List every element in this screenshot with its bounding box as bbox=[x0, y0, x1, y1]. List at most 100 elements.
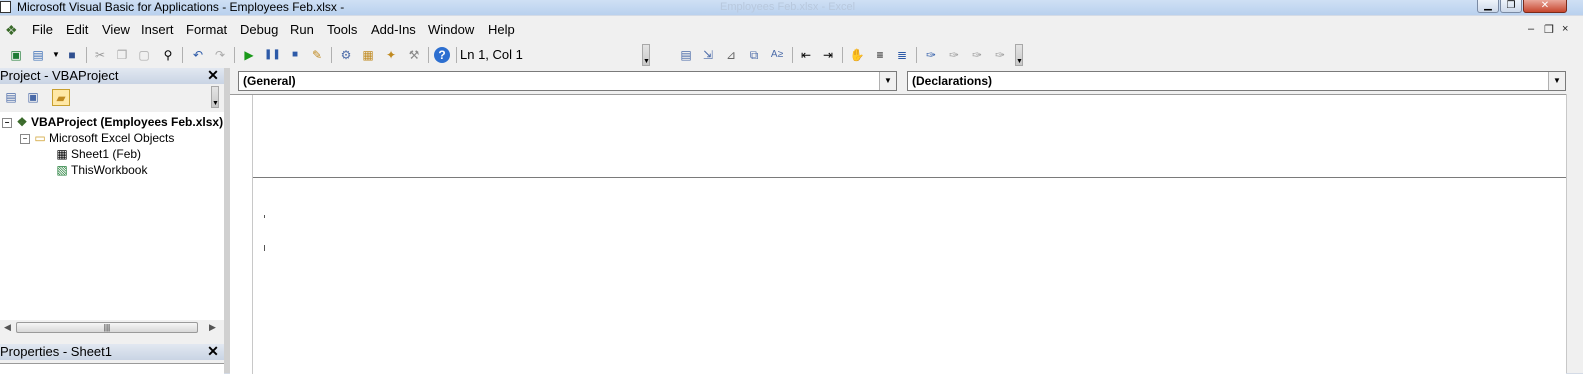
help-icon[interactable]: ? bbox=[434, 47, 450, 63]
menu-help[interactable]: Help bbox=[488, 22, 515, 37]
close-icon[interactable]: ✕ bbox=[206, 68, 220, 82]
mdi-minimize-button[interactable]: – bbox=[1528, 23, 1534, 35]
tree-node-vbaproject[interactable]: − ❖ VBAProject (Employees Feb.xlsx) bbox=[2, 115, 223, 129]
break-icon[interactable]: ❚❚ bbox=[264, 47, 281, 63]
run-icon[interactable]: ▶ bbox=[241, 47, 257, 63]
project-tree: − ❖ VBAProject (Employees Feb.xlsx) − ▭ Micr… bbox=[0, 112, 224, 322]
paste-icon[interactable]: ▢ bbox=[136, 47, 152, 63]
toolbar-separator bbox=[234, 47, 235, 63]
scroll-left-icon[interactable]: ◀ bbox=[4, 322, 11, 333]
project-panel-title-text: Project - VBAProject bbox=[0, 68, 119, 83]
collapse-icon[interactable]: − bbox=[20, 133, 30, 144]
comment-block-icon[interactable]: ≡ bbox=[872, 47, 888, 63]
list-constants-icon[interactable]: ⇲ bbox=[700, 47, 716, 63]
background-window-title: Employees Feb.xlsx - Excel bbox=[720, 1, 856, 13]
redo-icon[interactable]: ↷ bbox=[212, 47, 228, 63]
toolbar-separator bbox=[182, 47, 183, 63]
outdent-icon[interactable]: ⇥ bbox=[820, 47, 836, 63]
indent-icon[interactable]: ⇤ bbox=[798, 47, 814, 63]
toggle-breakpoint-icon[interactable]: ✋ bbox=[849, 47, 865, 63]
object-combo[interactable]: (General) ▼ bbox=[238, 71, 897, 91]
procedure-combo[interactable]: (Declarations) ▼ bbox=[907, 71, 1566, 91]
cursor-position: Ln 1, Col 1 bbox=[460, 47, 523, 62]
toolbar-separator bbox=[331, 47, 332, 63]
complete-word-icon[interactable]: A≥ bbox=[769, 47, 785, 63]
undo-icon[interactable]: ↶ bbox=[190, 47, 206, 63]
title-bar: Microsoft Visual Basic for Applications … bbox=[0, 0, 1583, 15]
mdi-restore-button[interactable]: ❐ bbox=[1544, 23, 1554, 36]
collapse-icon[interactable]: − bbox=[2, 117, 12, 128]
code-editor[interactable] bbox=[230, 94, 1566, 374]
menu-run[interactable]: Run bbox=[290, 22, 314, 37]
standard-toolbar: ▣ ▤ ▼ ■ ✂ ❐ ▢ ⚲ ↶ ↷ ▶ ❚❚ ■ ✎ ⚙ ▦ ✦ ⚒ ? L… bbox=[0, 43, 1583, 69]
editor-vertical-scrollbar[interactable] bbox=[1566, 94, 1583, 373]
code-window: (General) ▼ (Declarations) ▼ bbox=[230, 68, 1583, 374]
save-icon[interactable]: ■ bbox=[64, 47, 80, 63]
minimize-button[interactable]: ▁ bbox=[1477, 0, 1499, 13]
toggle-folders-icon[interactable]: ▰ bbox=[52, 89, 70, 106]
chevron-down-icon[interactable]: ▼ bbox=[879, 72, 896, 90]
menu-bar: ❖ File Edit View Insert Format Debug Run… bbox=[0, 16, 1583, 43]
properties-panel-title: Properties - Sheet1 ✕ bbox=[0, 344, 224, 360]
properties-icon[interactable]: ▦ bbox=[360, 47, 376, 63]
reset-icon[interactable]: ■ bbox=[287, 47, 303, 63]
menu-debug[interactable]: Debug bbox=[240, 22, 278, 37]
menu-insert[interactable]: Insert bbox=[141, 22, 174, 37]
text-caret bbox=[264, 215, 265, 218]
menu-window[interactable]: Window bbox=[428, 22, 474, 37]
next-bookmark-icon[interactable]: ✑ bbox=[946, 47, 962, 63]
previous-bookmark-icon[interactable]: ✑ bbox=[969, 47, 985, 63]
toolbar-separator bbox=[86, 47, 87, 63]
procedure-separator bbox=[253, 177, 1566, 178]
excel-icon[interactable]: ▣ bbox=[8, 47, 24, 63]
properties-panel-title-text: Properties - Sheet1 bbox=[0, 344, 113, 359]
tree-node-sheet1[interactable]: ▦ Sheet1 (Feb) bbox=[55, 147, 141, 161]
object-browser-icon[interactable]: ✦ bbox=[383, 47, 399, 63]
procedure-combo-value: (Declarations) bbox=[912, 74, 993, 88]
project-panel-title: Project - VBAProject ✕ bbox=[0, 68, 224, 84]
text-caret bbox=[264, 245, 265, 251]
insert-userform-icon[interactable]: ▤ bbox=[30, 47, 46, 63]
menu-edit[interactable]: Edit bbox=[66, 22, 88, 37]
quick-info-icon[interactable]: ⊿ bbox=[723, 47, 739, 63]
view-code-icon[interactable]: ▤ bbox=[2, 89, 20, 106]
scroll-thumb[interactable]: ||| bbox=[16, 322, 198, 333]
toolbar-overflow-grip[interactable]: ▼ bbox=[642, 44, 650, 66]
chevron-down-icon[interactable]: ▼ bbox=[48, 47, 64, 63]
uncomment-block-icon[interactable]: ≣ bbox=[894, 47, 910, 63]
parameter-info-icon[interactable]: ⧉ bbox=[746, 47, 762, 63]
find-icon[interactable]: ⚲ bbox=[160, 47, 176, 63]
menu-add-ins[interactable]: Add-Ins bbox=[371, 22, 416, 37]
close-button[interactable]: ✕ bbox=[1523, 0, 1567, 13]
chevron-down-icon[interactable]: ▼ bbox=[1548, 72, 1565, 90]
toolbar-separator bbox=[456, 47, 457, 63]
menu-file[interactable]: File bbox=[32, 22, 53, 37]
clear-bookmarks-icon[interactable]: ✑ bbox=[992, 47, 1008, 63]
cut-icon[interactable]: ✂ bbox=[92, 47, 108, 63]
toolbar-separator bbox=[842, 47, 843, 63]
list-properties-icon[interactable]: ▤ bbox=[678, 47, 694, 63]
scroll-right-icon[interactable]: ▶ bbox=[209, 322, 216, 333]
tree-node-excel-objects[interactable]: − ▭ Microsoft Excel Objects bbox=[20, 131, 174, 145]
project-explorer-panel: Project - VBAProject ✕ ▤ ▣ ▰ ▼ − ❖ VBAProj… bbox=[0, 68, 226, 374]
toolbox-icon[interactable]: ⚒ bbox=[406, 47, 422, 63]
tree-horizontal-scrollbar[interactable]: ◀ ||| ▶ bbox=[0, 320, 224, 336]
vba-window-icon bbox=[0, 1, 11, 13]
panel-overflow-grip[interactable]: ▼ bbox=[211, 86, 219, 108]
menu-tools[interactable]: Tools bbox=[327, 22, 357, 37]
project-explorer-icon[interactable]: ⚙ bbox=[338, 47, 354, 63]
copy-icon[interactable]: ❐ bbox=[114, 47, 130, 63]
close-icon[interactable]: ✕ bbox=[206, 344, 220, 358]
design-mode-icon[interactable]: ✎ bbox=[309, 47, 325, 63]
view-object-icon[interactable]: ▣ bbox=[24, 89, 42, 106]
toolbar-separator bbox=[792, 47, 793, 63]
toggle-bookmark-icon[interactable]: ✑ bbox=[923, 47, 939, 63]
restore-button[interactable]: ❐ bbox=[1500, 0, 1522, 13]
mdi-close-button[interactable]: × bbox=[1562, 23, 1568, 35]
tree-node-thisworkbook[interactable]: ▧ ThisWorkbook bbox=[55, 163, 147, 177]
margin-indicator-bar[interactable] bbox=[230, 95, 253, 374]
vba-app-icon[interactable]: ❖ bbox=[5, 22, 18, 39]
menu-view[interactable]: View bbox=[102, 22, 130, 37]
menu-format[interactable]: Format bbox=[186, 22, 227, 37]
toolbar-overflow-grip[interactable]: ▼ bbox=[1015, 44, 1023, 66]
